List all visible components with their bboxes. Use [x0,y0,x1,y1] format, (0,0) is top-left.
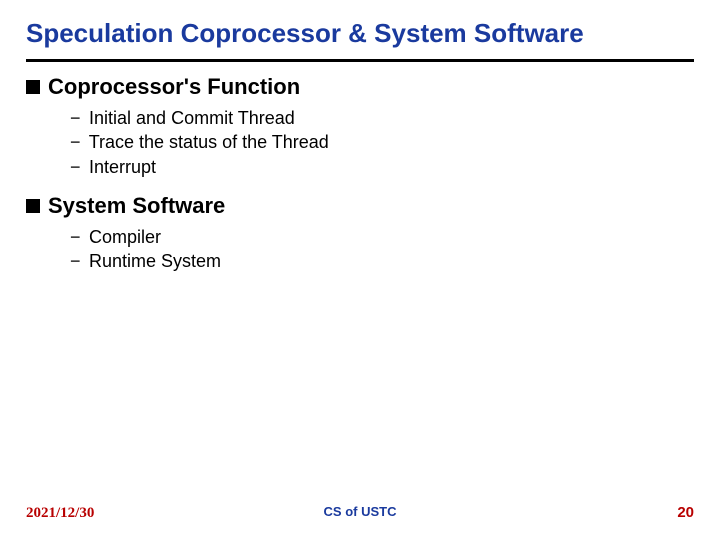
section-heading-text: System Software [48,193,225,219]
section-items: − Initial and Commit Thread − Trace the … [26,106,694,179]
dash-icon: − [70,225,84,249]
section-items: − Compiler − Runtime System [26,225,694,274]
list-item-text: Compiler [89,227,161,247]
footer-center: CS of USTC [324,504,397,519]
dash-icon: − [70,249,84,273]
list-item-text: Initial and Commit Thread [89,108,295,128]
title-rule [26,59,694,62]
list-item: − Trace the status of the Thread [70,130,694,154]
list-item: − Runtime System [70,249,694,273]
section-system-software: System Software − Compiler − Runtime Sys… [26,193,694,274]
square-bullet-icon [26,199,40,213]
list-item: − Compiler [70,225,694,249]
list-item: − Initial and Commit Thread [70,106,694,130]
square-bullet-icon [26,80,40,94]
dash-icon: − [70,106,84,130]
section-heading: System Software [26,193,694,219]
section-heading: Coprocessor's Function [26,74,694,100]
section-heading-text: Coprocessor's Function [48,74,300,100]
dash-icon: − [70,155,84,179]
list-item-text: Runtime System [89,251,221,271]
list-item-text: Interrupt [89,157,156,177]
list-item: − Interrupt [70,155,694,179]
section-coprocessor: Coprocessor's Function − Initial and Com… [26,74,694,179]
slide: Speculation Coprocessor & System Softwar… [0,0,720,540]
slide-title: Speculation Coprocessor & System Softwar… [26,18,694,49]
footer-page-number: 20 [677,504,694,521]
dash-icon: − [70,130,84,154]
footer: 2021/12/30 CS of USTC 20 [0,504,720,522]
list-item-text: Trace the status of the Thread [89,132,329,152]
footer-date: 2021/12/30 [26,505,94,522]
